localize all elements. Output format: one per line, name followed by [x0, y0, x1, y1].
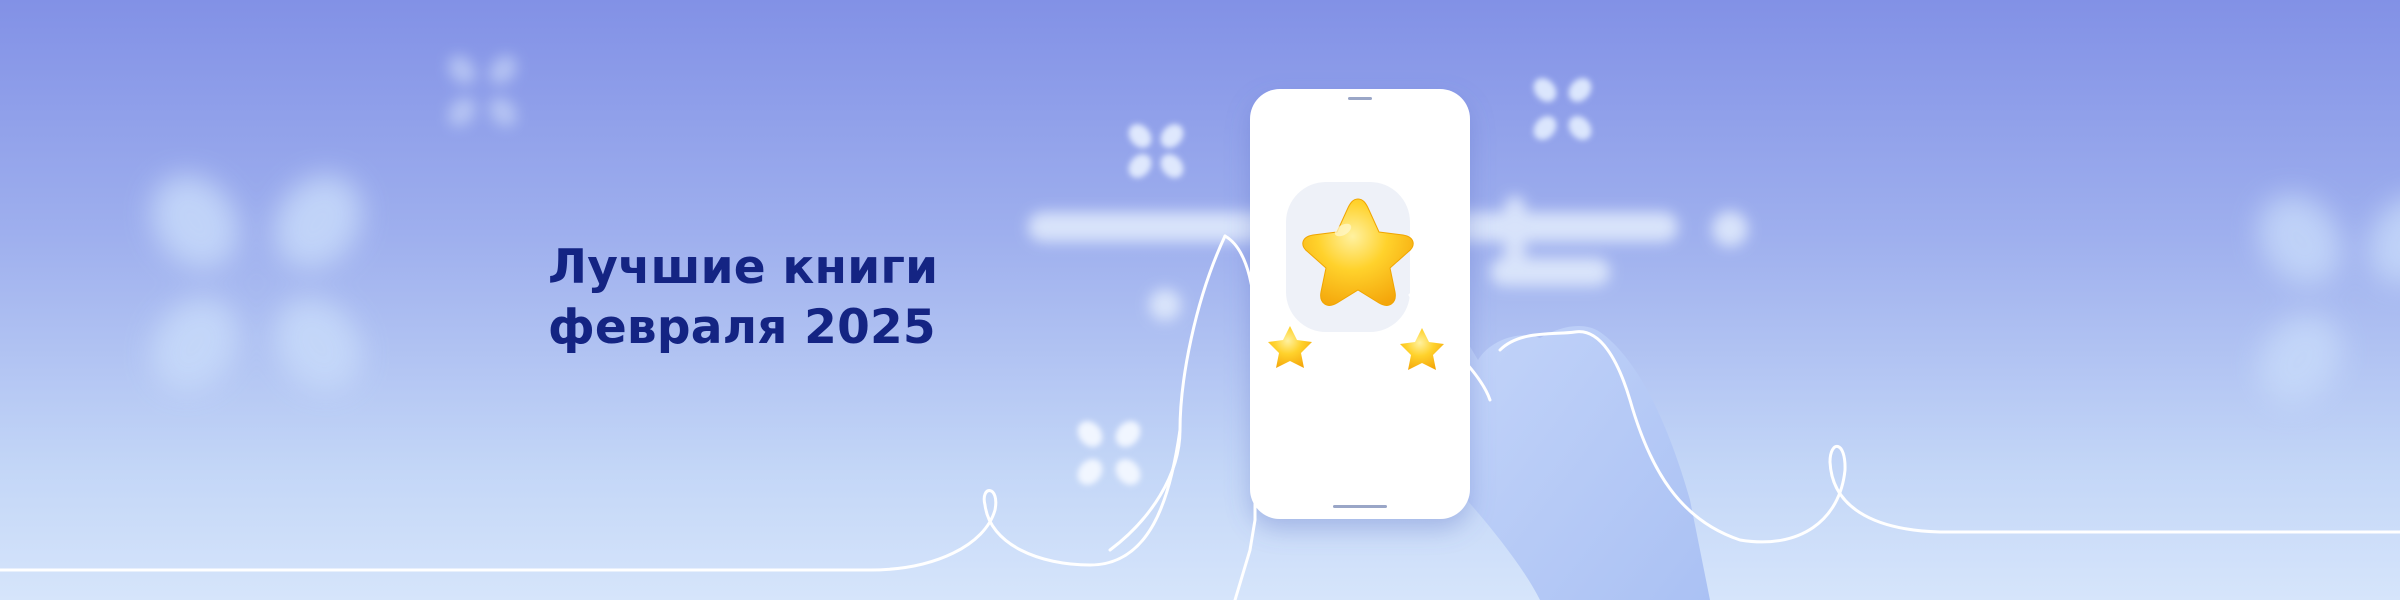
sparkle-flower-3 — [1077, 421, 1141, 485]
flowing-line — [0, 428, 1182, 572]
banner-illustration — [0, 55, 2400, 600]
sparkle-flower-1 — [1128, 124, 1184, 178]
blurred-flower-top-left — [448, 55, 517, 127]
hand-wrist-line — [1108, 234, 1227, 552]
blurred-flower-left — [151, 175, 362, 392]
phone-home-bar — [1333, 505, 1387, 508]
blurred-flower-right — [2258, 195, 2400, 405]
phone-speaker — [1348, 97, 1372, 100]
promo-banner: Лучшие книги февраля 2025 — [0, 0, 2400, 600]
title-line-2: февраля 2025 — [548, 300, 936, 355]
page-title: Лучшие книги февраля 2025 — [548, 238, 1068, 358]
title-line-1: Лучшие книги — [548, 240, 939, 295]
sparkle-flower-2 — [1533, 78, 1592, 140]
